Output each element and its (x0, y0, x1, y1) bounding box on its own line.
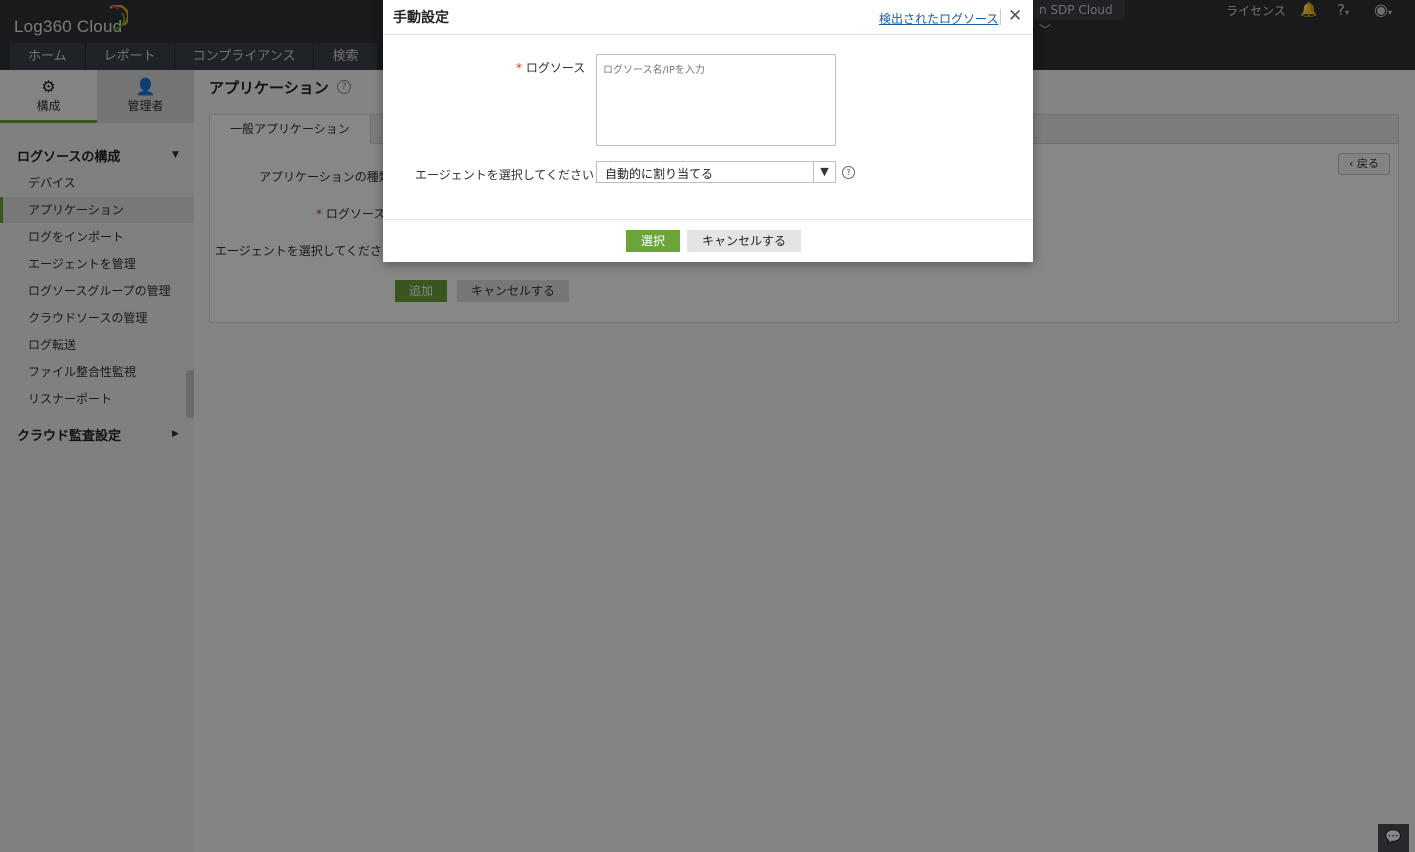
help-icon[interactable]: ? (842, 166, 855, 179)
agent-select-value: 自動的に割り当てる (605, 167, 714, 181)
dialog-title: 手動設定 (393, 10, 449, 26)
select-button[interactable]: 選択 (626, 230, 681, 252)
dialog-header: 手動設定 検出されたログソース ✕ (383, 0, 1033, 35)
logsource-input[interactable] (596, 54, 836, 146)
dialog-footer: 選択 キャンセルする (383, 219, 1033, 263)
close-icon[interactable]: ✕ (1008, 6, 1022, 26)
agent-select[interactable]: 自動的に割り当てる ▼ (596, 161, 836, 183)
dialog-cancel-button[interactable]: キャンセルする (687, 230, 802, 252)
required-marker: * (516, 61, 526, 75)
manual-config-dialog: 手動設定 検出されたログソース ✕ * ログソース エージェントを選択してくださ… (383, 0, 1033, 262)
dialog-logsource-label-text: ログソース (525, 61, 586, 75)
dialog-agent-label: エージェントを選択してください (415, 168, 595, 182)
header-divider (1000, 9, 1001, 25)
dialog-logsource-label: * ログソース (516, 59, 585, 76)
discovered-logsources-link[interactable]: 検出されたログソース (879, 10, 998, 27)
chevron-down-icon[interactable]: ▼ (813, 162, 835, 182)
